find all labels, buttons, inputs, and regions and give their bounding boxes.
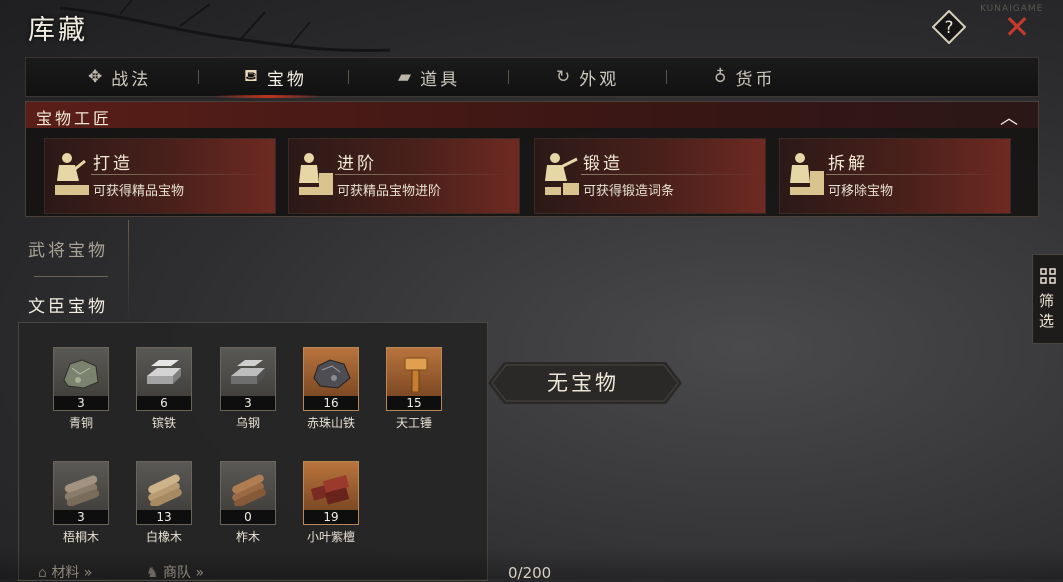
category-list: 武将宝物 文臣宝物 xyxy=(18,222,128,322)
artisan-icon xyxy=(790,153,824,195)
material-name: 白橡木 xyxy=(145,530,182,544)
steel-ingot-icon xyxy=(231,360,265,384)
active-tab-indicator xyxy=(215,95,321,98)
divider xyxy=(34,276,108,277)
tab-label: 战法 xyxy=(111,69,152,90)
swirl-icon: ↻ xyxy=(556,67,574,87)
rosewood-logs-icon xyxy=(310,475,350,505)
material-count: 16 xyxy=(304,396,358,410)
tab-tactics[interactable]: ✥ 战法 xyxy=(88,58,151,96)
artisan-icon xyxy=(299,153,333,195)
tab-label: 道具 xyxy=(420,69,461,90)
craft-name: 锻造 xyxy=(583,154,623,174)
tab-treasure[interactable]: ⛾ 宝物 xyxy=(244,58,307,96)
category-general-treasure[interactable]: 武将宝物 xyxy=(28,236,108,261)
craft-card-forge[interactable]: 打造 可获得精品宝物 xyxy=(44,138,276,214)
empty-state-text: 无宝物 xyxy=(547,371,619,395)
material-name: 青铜 xyxy=(68,416,93,430)
material-item[interactable]: 6 镔铁 xyxy=(136,347,192,431)
tab-appearance[interactable]: ↻ 外观 xyxy=(556,58,619,96)
material-name: 柞木 xyxy=(235,530,260,544)
ingot-icon: ▰ xyxy=(398,67,415,87)
material-item[interactable]: 16 赤珠山铁 xyxy=(303,347,359,431)
material-count: 13 xyxy=(137,510,191,524)
divider xyxy=(91,174,267,175)
materials-panel: 3 青铜 6 镔铁 3 乌钢 16 赤珠山铁 15 天工锤 3 梧桐木 13 白… xyxy=(18,322,488,581)
tab-separator xyxy=(666,70,667,84)
treasure-icon: ⛾ xyxy=(244,66,261,86)
bronze-ore-icon xyxy=(63,359,99,389)
svg-text:?: ? xyxy=(944,18,953,38)
artisan-icon xyxy=(545,153,579,195)
divider xyxy=(581,174,757,175)
material-name: 镔铁 xyxy=(151,416,176,430)
page-title: 库藏 xyxy=(28,15,88,46)
craft-panel: 宝物工匠 ︿ 打造 可获得精品宝物 进阶 可获精品宝物进阶 锻造 可获得锻造词条… xyxy=(25,101,1039,217)
material-item[interactable]: 0 柞木 xyxy=(220,461,276,545)
filter-label: 筛选 xyxy=(1039,292,1055,330)
hammer-icon xyxy=(404,357,428,392)
divider xyxy=(335,174,511,175)
scroll-icon: ✥ xyxy=(88,67,106,87)
tab-items[interactable]: ▰ 道具 xyxy=(398,58,460,96)
tab-separator xyxy=(348,70,349,84)
wutong-logs-icon xyxy=(64,475,100,506)
material-item[interactable]: 3 青铜 xyxy=(53,347,109,431)
artisan-icon xyxy=(55,153,89,195)
material-count: 19 xyxy=(304,510,358,524)
craft-name: 进阶 xyxy=(337,154,377,174)
grid-icon xyxy=(1040,268,1056,284)
tab-separator xyxy=(198,70,199,84)
material-item[interactable]: 19 小叶紫檀 xyxy=(303,461,359,545)
close-button[interactable]: ✕ xyxy=(1000,10,1034,44)
capacity-counter: 0/200 xyxy=(508,564,552,582)
material-count: 3 xyxy=(54,510,108,524)
tab-bar: ✥ 战法 ⛾ 宝物 ▰ 道具 ↻ 外观 ♁ 货币 xyxy=(25,57,1039,97)
material-item[interactable]: 3 梧桐木 xyxy=(53,461,109,545)
craft-card-dismantle[interactable]: 拆解 可移除宝物 xyxy=(779,138,1011,214)
tab-label: 宝物 xyxy=(266,69,307,90)
material-name: 小叶紫檀 xyxy=(306,530,355,544)
craft-name: 打造 xyxy=(93,154,133,174)
shop-link[interactable]: ♞ 商队 » xyxy=(146,562,204,582)
material-count: 0 xyxy=(221,510,275,524)
craft-card-advance[interactable]: 进阶 可获精品宝物进阶 xyxy=(288,138,520,214)
material-name: 乌钢 xyxy=(235,416,260,430)
craft-card-smith[interactable]: 锻造 可获得锻造词条 xyxy=(534,138,766,214)
tab-label: 货币 xyxy=(735,69,776,90)
material-name: 赤珠山铁 xyxy=(306,416,355,430)
material-count: 3 xyxy=(221,396,275,410)
craft-desc: 可获精品宝物进阶 xyxy=(337,184,442,199)
craft-title: 宝物工匠 xyxy=(36,109,113,128)
material-name: 天工锤 xyxy=(395,416,432,430)
iron-ingot-icon xyxy=(147,360,181,384)
tab-separator xyxy=(508,70,509,84)
chevron-up-icon[interactable]: ︿ xyxy=(1000,104,1018,130)
craft-header[interactable]: 宝物工匠 ︿ xyxy=(26,102,1038,130)
oak-logs-icon xyxy=(148,474,182,506)
craft-desc: 可移除宝物 xyxy=(828,184,894,199)
material-count: 15 xyxy=(387,396,441,410)
help-icon[interactable]: ? xyxy=(932,10,966,44)
material-item[interactable]: 13 白橡木 xyxy=(136,461,192,545)
craft-name: 拆解 xyxy=(828,154,868,174)
divider xyxy=(128,220,129,320)
zuo-logs-icon xyxy=(232,474,266,506)
material-count: 6 xyxy=(137,396,191,410)
branch-decoration xyxy=(60,0,390,52)
material-item[interactable]: 15 天工锤 xyxy=(386,347,442,431)
tab-currency[interactable]: ♁ 货币 xyxy=(714,58,775,96)
material-name: 梧桐木 xyxy=(62,530,99,544)
material-count: 3 xyxy=(54,396,108,410)
materials-link[interactable]: ⌂ 材料 » xyxy=(38,562,92,582)
coin-bag-icon: ♁ xyxy=(714,67,730,87)
meteorite-ore-icon xyxy=(313,359,351,389)
divider xyxy=(826,174,1002,175)
tab-label: 外观 xyxy=(579,69,620,90)
filter-button[interactable]: 筛选 xyxy=(1032,254,1063,344)
material-item[interactable]: 3 乌钢 xyxy=(220,347,276,431)
craft-desc: 可获得锻造词条 xyxy=(583,184,675,199)
category-civil-treasure[interactable]: 文臣宝物 xyxy=(28,292,108,317)
craft-desc: 可获得精品宝物 xyxy=(93,184,185,199)
